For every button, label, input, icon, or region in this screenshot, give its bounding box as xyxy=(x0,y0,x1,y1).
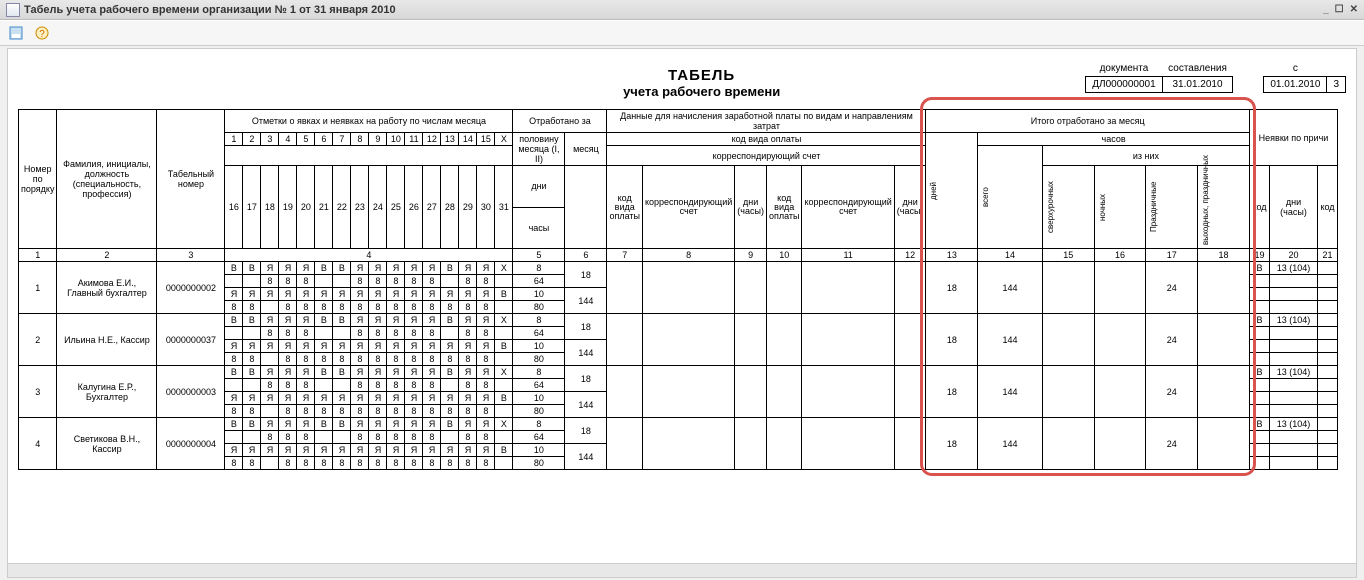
maximize-button[interactable]: ☐ xyxy=(1335,4,1344,15)
timesheet-table: Номер по порядкуФамилия, инициалы, должн… xyxy=(18,109,1338,470)
toolbar: ? xyxy=(0,20,1364,46)
doc-title: ТАБЕЛЬ xyxy=(318,67,1085,84)
lbl-s: с xyxy=(1264,61,1327,77)
lbl-document: документа xyxy=(1086,61,1162,77)
save-button[interactable] xyxy=(6,23,26,43)
horizontal-scrollbar[interactable] xyxy=(8,563,1356,577)
period-start: 01.01.2010 xyxy=(1264,77,1327,93)
doc-number: ДЛ000000001 xyxy=(1086,77,1162,93)
help-button[interactable]: ? xyxy=(32,23,52,43)
document-icon xyxy=(6,3,20,17)
document-area: ТАБЕЛЬ учета рабочего времени документа … xyxy=(7,48,1357,578)
period-table: с 01.01.2010 3 xyxy=(1263,61,1346,93)
minimize-button[interactable]: _ xyxy=(1323,4,1329,15)
window-titlebar: Табель учета рабочего времени организаци… xyxy=(0,0,1364,20)
doc-date: 31.01.2010 xyxy=(1162,77,1233,93)
lbl-sostav: составления xyxy=(1162,61,1233,77)
doc-subtitle: учета рабочего времени xyxy=(318,84,1085,99)
svg-text:?: ? xyxy=(39,29,45,40)
window-title: Табель учета рабочего времени организаци… xyxy=(24,4,396,16)
doc-info-table: документа составления ДЛ000000001 31.01.… xyxy=(1085,61,1233,93)
close-button[interactable]: ✕ xyxy=(1350,4,1358,15)
period-end: 3 xyxy=(1327,77,1346,93)
